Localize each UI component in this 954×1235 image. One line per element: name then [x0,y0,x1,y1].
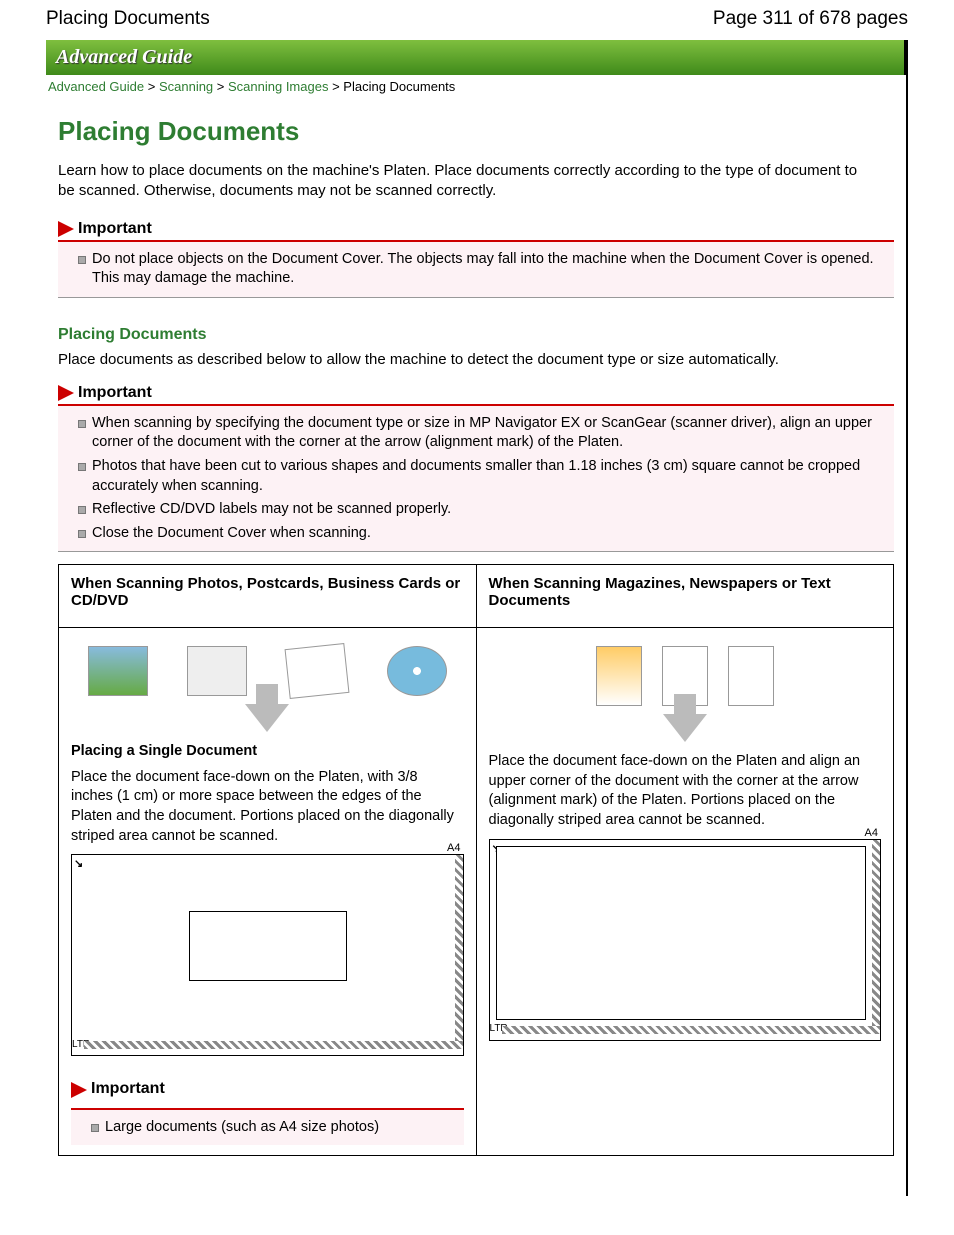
arrow-down-icon [663,714,707,742]
thumb-magazine [596,646,642,706]
thumb-textdoc [728,646,774,706]
list-item: Reflective CD/DVD labels may not be scan… [78,500,886,520]
warning-icon [58,385,74,401]
warning-icon [58,221,74,237]
important-header-3: Important [71,1074,464,1110]
guide-banner: Advanced Guide [46,40,906,75]
list-item: Close the Document Cover when scanning. [78,524,886,544]
thumb-postcard [187,646,247,696]
intro-text: Learn how to place documents on the mach… [58,161,894,202]
thumb-photo [88,646,148,696]
important-body-1: Do not place objects on the Document Cov… [58,242,894,298]
list-item: Do not place objects on the Document Cov… [78,250,886,289]
comparison-table: When Scanning Photos, Postcards, Busines… [58,564,894,1156]
warning-icon [71,1082,87,1098]
col-photos: When Scanning Photos, Postcards, Busines… [59,565,477,1155]
important-body-3: Large documents (such as A4 size photos) [71,1110,464,1146]
doc-title: Placing Documents [46,8,210,30]
platen-diagram-left: A4 ↘ LTR [71,854,464,1056]
doc-align-text: Place the document face-down on the Plat… [489,752,882,830]
important-header-2: Important [58,384,894,406]
thumb-card [285,643,350,699]
list-item: When scanning by specifying the document… [78,414,886,453]
crumb-scanning[interactable]: Scanning [159,79,213,94]
breadcrumb: Advanced Guide > Scanning > Scanning Ima… [46,75,906,98]
important-header-1: Important [58,220,894,242]
list-item: Photos that have been cut to various sha… [78,457,886,496]
section-subhead: Placing Documents [58,326,894,344]
col-head-right: When Scanning Magazines, Newspapers or T… [477,565,894,628]
crumb-advanced-guide[interactable]: Advanced Guide [48,79,144,94]
arrow-down-icon [245,704,289,732]
section-subtext: Place documents as described below to al… [58,350,894,370]
content-pane: Advanced Guide Advanced Guide > Scanning… [46,40,908,1196]
thumb-cd [387,646,447,696]
col-documents: When Scanning Magazines, Newspapers or T… [477,565,894,1155]
crumb-scanning-images[interactable]: Scanning Images [228,79,328,94]
important-body-2: When scanning by specifying the document… [58,406,894,552]
single-doc-heading: Placing a Single Document [71,742,464,762]
list-item: Large documents (such as A4 size photos) [91,1118,456,1138]
col-head-left: When Scanning Photos, Postcards, Busines… [59,565,476,628]
page-title: Placing Documents [58,116,894,147]
crumb-current: Placing Documents [343,79,455,94]
platen-diagram-right: A4 ↘ LTR [489,839,882,1041]
single-doc-text: Place the document face-down on the Plat… [71,768,464,846]
page-info: Page 311 of 678 pages [713,8,908,30]
